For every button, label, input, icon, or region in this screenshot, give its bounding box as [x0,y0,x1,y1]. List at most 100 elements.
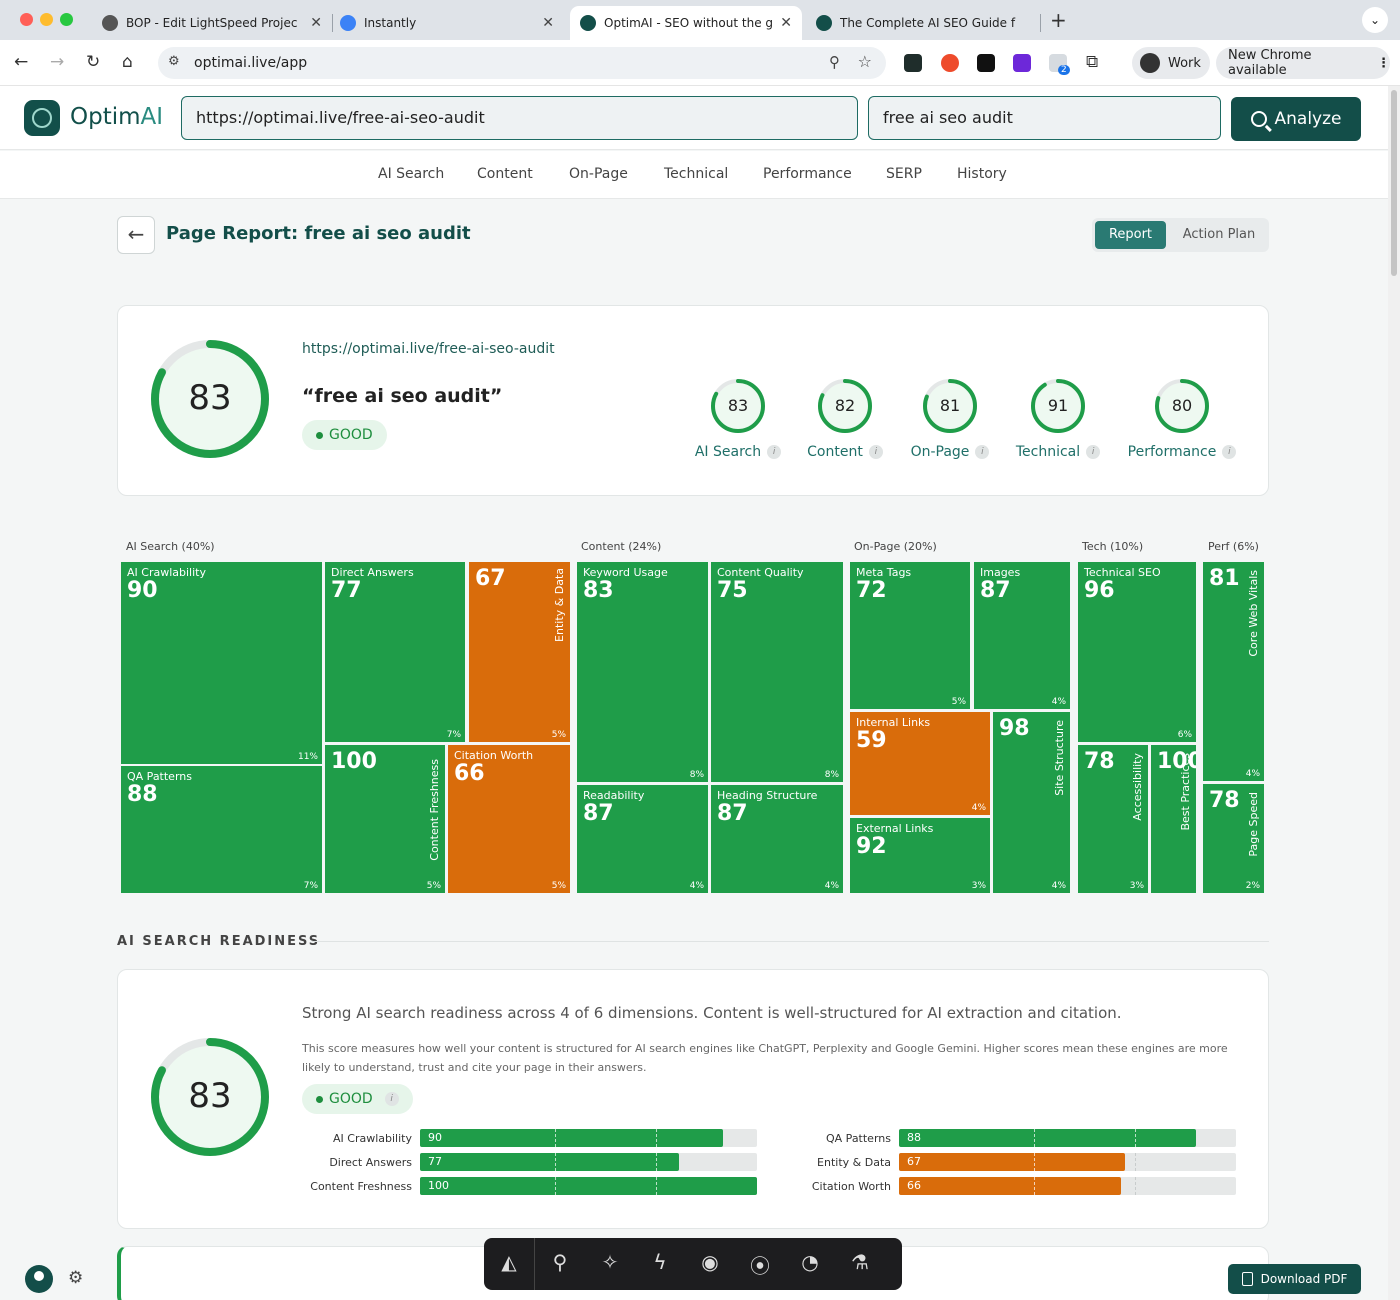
analyze-button[interactable]: Analyze [1231,97,1361,141]
dock-search-icon[interactable]: ⚲ [538,1250,582,1274]
treemap-cell-entity-data[interactable]: 67 Entity & Data 5% [469,562,570,742]
site-settings-icon[interactable]: ⚙ [168,54,180,69]
treemap-group-perf: Perf (6%) [1208,540,1259,553]
settings-gear-icon[interactable]: ⚙ [68,1268,83,1288]
treemap-cell-external-links[interactable]: External Links 92 3% [850,818,990,893]
info-icon[interactable]: i [868,445,883,459]
address-bar[interactable]: ⚙ optimai.live/app ⚲ ☆ [158,47,886,79]
tab-search-button[interactable]: ⌄ [1362,7,1388,33]
subscore-technical[interactable]: Technical i [1015,444,1101,460]
scrollbar-thumb[interactable] [1391,90,1397,276]
nav-performance[interactable]: Performance [763,166,852,182]
back-arrow-icon[interactable]: ← [14,52,28,72]
user-avatar-icon[interactable] [25,1265,53,1293]
info-icon[interactable]: i [1086,445,1101,459]
address-url[interactable]: optimai.live/app [194,55,307,71]
treemap-cell-direct-answers[interactable]: Direct Answers 77 7% [325,562,465,742]
treemap-cell-citation-worth[interactable]: Citation Worth 66 5% [448,745,570,893]
extension-f-icon[interactable] [1013,54,1031,72]
reload-icon[interactable]: ↻ [86,52,100,72]
treemap-cell-technical-seo[interactable]: Technical SEO 96 6% [1078,562,1196,742]
dock-flask-icon[interactable]: ⚗ [838,1250,882,1274]
dock-broadcast-icon[interactable]: ⦿ [738,1250,782,1279]
treemap-cell-images[interactable]: Images 87 4% [974,562,1070,709]
bookmark-star-icon[interactable]: ☆ [858,52,872,71]
optimai-logo-icon[interactable] [24,100,60,136]
dock-logo-icon[interactable]: ◭ [487,1250,531,1274]
subscore-ai-search[interactable]: AI Search i [695,444,782,460]
minimize-window-button[interactable] [40,13,53,26]
status-badge: GOOD [302,420,387,450]
browser-tab-instantly[interactable]: Instantly ✕ [330,6,564,40]
nav-ai-search[interactable]: AI Search [378,166,444,182]
info-icon[interactable]: i [384,1092,399,1106]
subscore-content[interactable]: Content i [807,444,883,460]
info-icon[interactable]: i [1222,445,1237,459]
extensions-puzzle-icon[interactable]: ⧉ [1086,52,1098,72]
info-icon[interactable]: i [975,445,990,459]
info-icon[interactable]: i [767,445,782,459]
url-input[interactable]: https://optimai.live/free-ai-seo-audit [181,96,858,140]
cell-weight: 8% [689,770,704,780]
extension-robot-icon[interactable] [904,54,922,72]
browser-tab-ai-seo-guide[interactable]: The Complete AI SEO Guide f [806,6,1040,40]
maximize-window-button[interactable] [60,13,73,26]
profile-button[interactable]: Work [1132,47,1210,79]
nav-technical[interactable]: Technical [664,166,728,182]
subscore-label: Technical [1015,444,1081,460]
threshold-marker [554,1129,556,1147]
chrome-update-button[interactable]: New Chrome available ⋮ [1216,47,1390,79]
treemap-cell-readability[interactable]: Readability 87 4% [577,785,708,893]
close-tab-icon[interactable]: ✕ [542,15,554,31]
treemap-cell-core-web-vitals[interactable]: 81 Core Web Vitals 4% [1203,562,1264,781]
treemap-cell-ai-crawlability[interactable]: AI Crawlability 90 11% [121,562,322,764]
treemap-cell-heading-structure[interactable]: Heading Structure 87 4% [711,785,843,893]
download-pdf-button[interactable]: Download PDF [1228,1264,1361,1294]
tab-report[interactable]: Report [1095,221,1166,249]
dock-pie-chart-icon[interactable]: ◔ [788,1250,832,1274]
cell-name: Accessibility [1131,753,1144,821]
treemap-cell-internal-links[interactable]: Internal Links 59 4% [850,712,990,815]
close-tab-icon[interactable]: ✕ [310,15,322,31]
treemap-cell-page-speed[interactable]: 78 Page Speed 2% [1203,784,1264,893]
browser-tab-optimai[interactable]: OptimAI - SEO without the gu ✕ [570,6,802,40]
treemap-cell-site-structure[interactable]: 98 Site Structure 4% [993,712,1070,893]
back-button[interactable]: ← [117,216,155,254]
new-tab-button[interactable]: + [1050,8,1067,32]
extension-plus-icon[interactable] [941,54,959,72]
treemap-cell-content-quality[interactable]: Content Quality 75 8% [711,562,843,782]
threshold-marker [1134,1153,1136,1171]
dock-toggle-icon[interactable]: ◉ [688,1250,732,1274]
app-logo-text[interactable]: OptimAI [70,104,163,130]
keyword-input[interactable]: free ai seo audit [868,96,1221,140]
bar-fill: 90 [420,1129,724,1147]
browser-tab-bop[interactable]: BOP - Edit LightSpeed Projec ✕ [92,6,332,40]
forward-arrow-icon[interactable]: → [50,52,64,72]
treemap-cell-accessibility[interactable]: 78 Accessibility 3% [1078,745,1148,893]
report-url[interactable]: https://optimai.live/free-ai-seo-audit [302,341,555,357]
close-tab-icon[interactable]: ✕ [780,15,792,31]
subscore-on-page[interactable]: On-Page i [911,444,990,460]
extension-badge: 2 [1058,65,1070,75]
cell-score: 81 [1209,566,1240,591]
tab-action-plan[interactable]: Action Plan [1172,221,1266,249]
treemap-cell-keyword-usage[interactable]: Keyword Usage 83 8% [577,562,708,782]
nav-serp[interactable]: SERP [886,166,922,182]
cell-weight: 7% [446,730,461,740]
dock-pointer-icon[interactable]: ✧ [588,1250,632,1274]
page-scrollbar[interactable] [1388,86,1400,1300]
nav-on-page[interactable]: On-Page [569,166,628,182]
zoom-icon[interactable]: ⚲ [829,53,840,71]
nav-content[interactable]: Content [477,166,533,182]
extension-loop-icon[interactable] [977,54,995,72]
treemap-cell-content-freshness[interactable]: 100 Content Freshness 5% [325,745,445,893]
subscore-performance[interactable]: Performance i [1128,444,1237,460]
treemap-cell-best-practices[interactable]: 100 Best Practices [1151,745,1196,893]
close-window-button[interactable] [20,13,33,26]
home-icon[interactable]: ⌂ [122,52,133,72]
dock-bolt-icon[interactable]: ϟ [638,1250,682,1274]
treemap-cell-qa-patterns[interactable]: QA Patterns 88 7% [121,766,322,893]
nav-history[interactable]: History [957,166,1007,182]
subscore-value: 81 [939,396,961,415]
treemap-cell-meta-tags[interactable]: Meta Tags 72 5% [850,562,970,709]
